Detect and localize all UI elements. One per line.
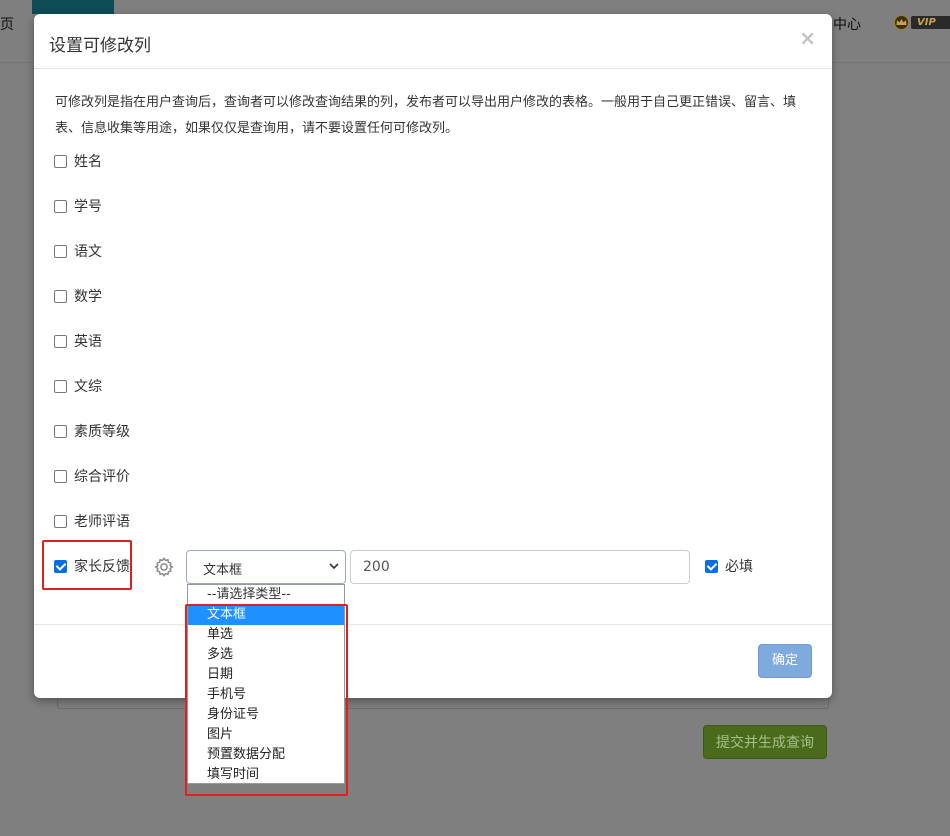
field-type-select[interactable]: 文本框 xyxy=(186,550,346,584)
editable-columns-modal: 设置可修改列 × 可修改列是指在用户查询后，查询者可以修改查询结果的列，发布者可… xyxy=(34,14,832,698)
column-label: 老师评语 xyxy=(74,514,130,530)
modal-footer xyxy=(34,624,832,699)
column-label: 学号 xyxy=(74,199,102,215)
column-label: 姓名 xyxy=(74,154,102,170)
column-checkbox[interactable] xyxy=(54,335,67,348)
chevron-down-icon xyxy=(329,563,339,570)
close-icon[interactable]: × xyxy=(799,27,816,49)
field-type-select-value: 文本框 xyxy=(203,563,243,578)
column-label: 综合评价 xyxy=(74,469,130,485)
column-label: 数学 xyxy=(74,289,102,305)
max-length-value: 200 xyxy=(363,559,390,575)
column-checkbox[interactable] xyxy=(54,155,67,168)
vip-label: VIP xyxy=(911,16,950,29)
column-label: 素质等级 xyxy=(74,424,130,440)
required-checkbox[interactable] xyxy=(705,560,718,573)
annotation-highlight-box xyxy=(42,540,132,590)
column-checkbox[interactable] xyxy=(54,380,67,393)
column-checkbox[interactable] xyxy=(54,200,67,213)
vip-badge[interactable]: VIP xyxy=(893,14,950,32)
required-label: 必填 xyxy=(725,559,753,575)
max-length-input[interactable]: 200 xyxy=(350,550,690,584)
column-label: 文综 xyxy=(74,379,102,395)
dropdown-option[interactable]: --请选择类型-- xyxy=(188,585,344,605)
background-nav-active-tab xyxy=(32,0,114,14)
annotation-highlight-box xyxy=(185,604,348,796)
column-label: 语文 xyxy=(74,244,102,260)
modal-title: 设置可修改列 xyxy=(49,36,151,56)
submit-generate-query-button[interactable]: 提交并生成查询 xyxy=(703,725,827,759)
background-nav-user-center[interactable]: 中心 xyxy=(833,14,861,34)
column-checkbox[interactable] xyxy=(54,245,67,258)
column-checkbox[interactable] xyxy=(54,290,67,303)
background-nav-item[interactable]: 页 xyxy=(0,14,14,34)
column-checkbox[interactable] xyxy=(54,470,67,483)
column-checkbox[interactable] xyxy=(54,515,67,528)
gear-icon[interactable] xyxy=(153,556,175,578)
column-checkbox[interactable] xyxy=(54,425,67,438)
crown-icon xyxy=(894,15,909,30)
column-label: 英语 xyxy=(74,334,102,350)
confirm-button[interactable]: 确定 xyxy=(758,644,812,678)
modal-header: 设置可修改列 × xyxy=(34,14,832,69)
modal-description: 可修改列是指在用户查询后，查询者可以修改查询结果的列，发布者可以导出用户修改的表… xyxy=(55,95,797,136)
